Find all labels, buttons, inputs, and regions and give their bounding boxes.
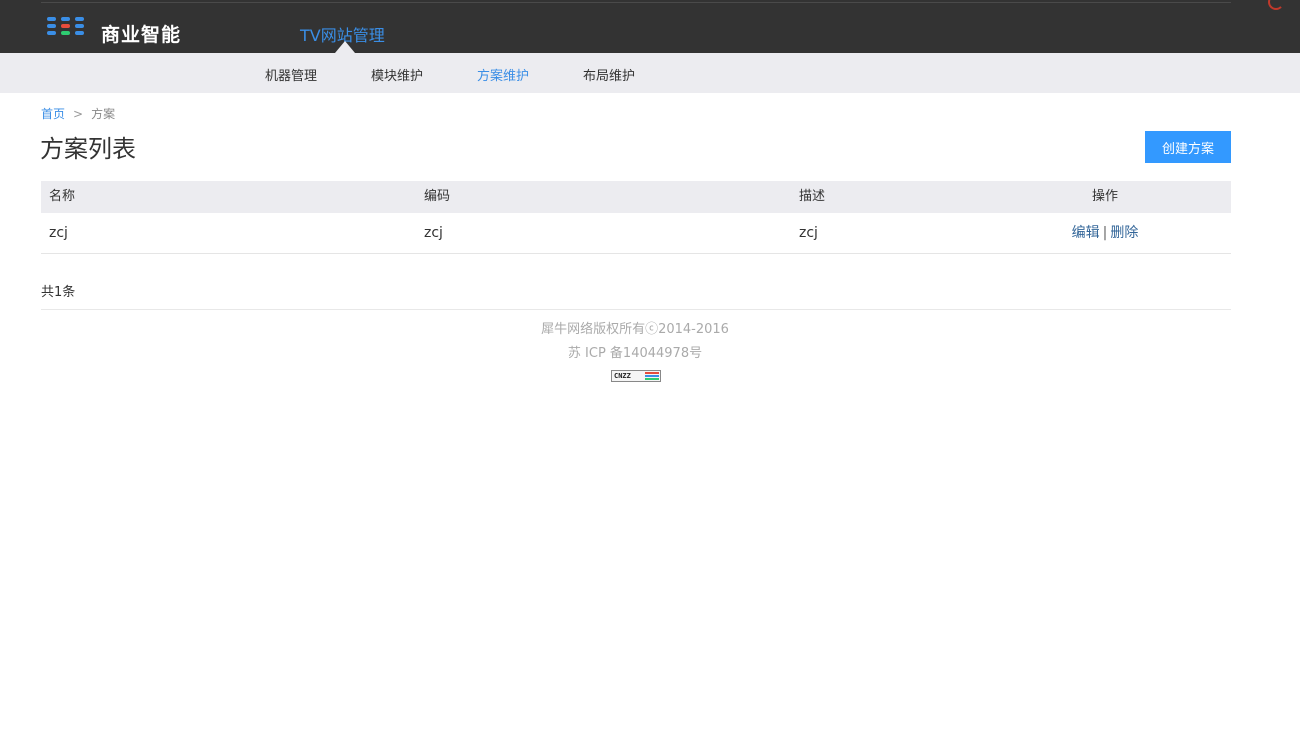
logo-dash [75, 17, 84, 21]
active-indicator-caret [335, 41, 355, 53]
loading-spinner-icon [1268, 0, 1284, 10]
footer-copyright: 犀牛网络版权所有ⓒ2014-2016 [541, 322, 729, 337]
logo-dash [75, 31, 84, 35]
logo-text[interactable]: 商业智能 [101, 20, 181, 47]
cell-description: zcj [799, 225, 818, 241]
subnav-item-modules[interactable]: 模块维护 [371, 65, 423, 84]
edit-link[interactable]: 编辑 [1072, 225, 1100, 241]
subnav-item-machines[interactable]: 机器管理 [265, 65, 317, 84]
logo-dash [75, 24, 84, 28]
logo-dash [61, 31, 70, 35]
cell-name: zcj [49, 225, 68, 241]
header-divider [41, 2, 1231, 3]
logo-dash [61, 17, 70, 21]
table-row: zcj zcj zcj 编辑 | 删除 [41, 213, 1231, 254]
sub-navigation: 机器管理 模块维护 方案维护 布局维护 [0, 53, 1300, 93]
page-title: 方案列表 [40, 135, 136, 163]
action-separator: | [1102, 225, 1108, 241]
breadcrumb-separator: > [73, 107, 84, 121]
breadcrumb: 首页 > 方案 [41, 105, 115, 122]
top-header-bar: 商业智能 TV网站管理 [0, 0, 1300, 53]
cnzz-badge-text: CNZZ [614, 372, 631, 380]
cnzz-bars-icon [645, 372, 659, 381]
total-count: 共1条 [41, 285, 76, 300]
breadcrumb-current: 方案 [91, 107, 116, 121]
column-header-actions: 操作 [1091, 189, 1118, 204]
logo-icon[interactable] [47, 17, 85, 37]
footer-icp: 苏 ICP 备14044978号 [567, 346, 703, 361]
cell-code: zcj [424, 225, 443, 241]
logo-dash [47, 24, 56, 28]
table-header-row: 名称 编码 描述 操作 [41, 181, 1231, 213]
cnzz-stats-badge[interactable]: CNZZ [611, 370, 661, 382]
logo-dash [47, 17, 56, 21]
subnav-item-plans[interactable]: 方案维护 [477, 65, 529, 84]
subnav-item-layouts[interactable]: 布局维护 [583, 65, 635, 84]
logo-dash [61, 24, 70, 28]
breadcrumb-home-link[interactable]: 首页 [41, 107, 65, 121]
plan-table: 名称 编码 描述 操作 zcj zcj zcj 编辑 | 删除 [41, 181, 1231, 254]
footer-divider [41, 309, 1231, 310]
delete-link[interactable]: 删除 [1110, 225, 1138, 241]
logo-dash [47, 31, 56, 35]
cell-actions: 编辑 | 删除 [1051, 213, 1159, 253]
column-header-description: 描述 [799, 189, 826, 204]
column-header-code: 编码 [424, 189, 451, 204]
column-header-name: 名称 [49, 189, 76, 204]
create-plan-button[interactable]: 创建方案 [1145, 131, 1231, 163]
